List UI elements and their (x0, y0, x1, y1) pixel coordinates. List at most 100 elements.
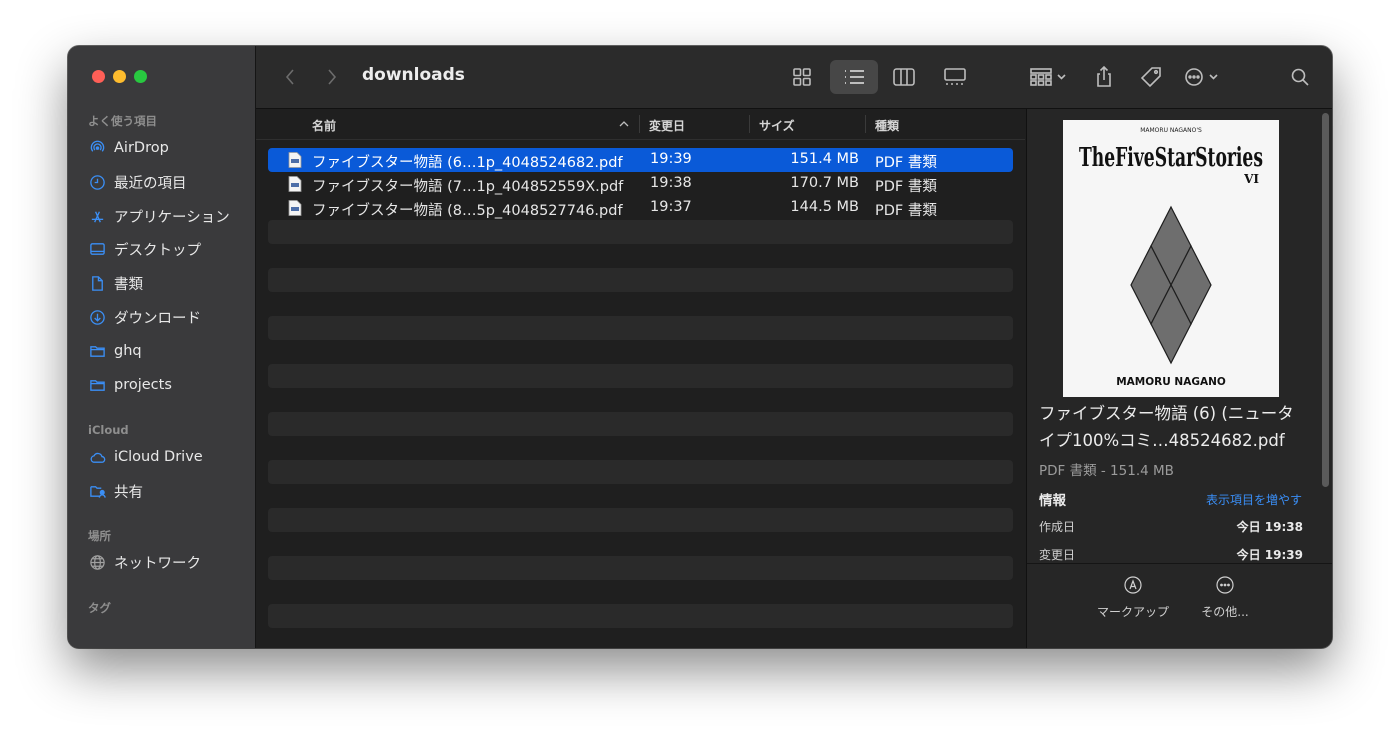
file-row[interactable]: ファイブスター物語 (6…1p_4048524682.pdf 19:39 151… (268, 148, 1013, 172)
cover-author: MAMORU NAGANO (1116, 376, 1226, 388)
gallery-view-button[interactable] (938, 62, 972, 92)
sidebar-item-recents[interactable]: 最近の項目 (88, 170, 248, 194)
cover-subtitle: MAMORU NAGANO'S (1140, 127, 1202, 134)
sidebar-item-shared[interactable]: 共有 (88, 479, 248, 503)
empty-row (268, 364, 1013, 388)
group-button[interactable] (1024, 62, 1072, 92)
sidebar-item-icloud-drive[interactable]: iCloud Drive (88, 445, 248, 469)
applications-icon (88, 207, 106, 225)
modified-row: 変更日 今日 19:39 (1039, 546, 1303, 563)
sidebar-item-desktop[interactable]: デスクトップ (88, 237, 248, 261)
shared-folder-icon (88, 482, 106, 500)
file-size: 151.4 MB (790, 151, 859, 167)
sidebar-item-applications[interactable]: アプリケーション (88, 204, 248, 228)
icon-view-button[interactable] (786, 62, 818, 92)
sidebar-item-label: iCloud Drive (114, 449, 203, 465)
sidebar-item-label: 共有 (114, 484, 143, 501)
tag-icon (1140, 67, 1161, 88)
diamond-emblem-icon (1130, 205, 1212, 365)
chevron-left-icon (285, 69, 294, 85)
preview-scrollbar[interactable] (1322, 113, 1329, 487)
empty-row (268, 292, 1013, 316)
zoom-button[interactable] (134, 70, 147, 83)
sidebar-item-label: 最近の項目 (114, 175, 187, 192)
chevron-right-icon (328, 69, 337, 85)
list-view-icon (845, 70, 864, 84)
empty-row (268, 604, 1013, 628)
empty-row (268, 412, 1013, 436)
share-button[interactable] (1088, 62, 1120, 92)
sidebar-section-icloud: iCloud (88, 423, 129, 437)
cover-title: TheFiveStarStories (1079, 143, 1263, 173)
group-icon (1030, 68, 1066, 86)
file-size: 144.5 MB (790, 199, 859, 215)
empty-row (268, 316, 1013, 340)
forward-button[interactable] (322, 62, 342, 92)
file-date: 19:38 (650, 175, 692, 191)
column-header-kind[interactable]: 種類 (875, 117, 899, 134)
sidebar-section-favorites: よく使う項目 (88, 114, 157, 128)
column-header-date[interactable]: 変更日 (649, 117, 685, 134)
finder-window: よく使う項目 AirDrop 最近の項目 アプリケーション デスクトップ 書類 … (68, 46, 1332, 648)
network-globe-icon (88, 553, 106, 571)
share-icon (1097, 65, 1111, 87)
empty-row (268, 556, 1013, 580)
sidebar-item-label: ダウンロード (114, 310, 201, 327)
column-view-button[interactable] (888, 62, 920, 92)
empty-row (268, 532, 1013, 556)
sidebar: よく使う項目 AirDrop 最近の項目 アプリケーション デスクトップ 書類 … (68, 46, 256, 648)
empty-row (268, 388, 1013, 412)
ellipsis-circle-icon (1185, 68, 1218, 86)
folder-icon (88, 376, 106, 394)
sidebar-item-label: projects (114, 377, 172, 393)
search-button[interactable] (1286, 62, 1314, 92)
column-view-icon (893, 68, 915, 86)
sidebar-item-label: ネットワーク (114, 555, 201, 572)
sidebar-item-label: アプリケーション (114, 209, 230, 226)
folder-icon (88, 342, 106, 360)
file-name: ファイブスター物語 (8…5p_4048527746.pdf (312, 203, 623, 219)
other-actions-button[interactable]: その他... (1185, 575, 1265, 620)
minimize-button[interactable] (113, 70, 126, 83)
sidebar-item-airdrop[interactable]: AirDrop (88, 136, 248, 160)
close-button[interactable] (92, 70, 105, 83)
divider (1027, 563, 1332, 564)
file-kind: PDF 書類 (875, 155, 937, 171)
file-list: 名前 変更日 サイズ 種類 ファイブスター物語 (6…1p_4048524682… (256, 109, 1025, 648)
file-kind: PDF 書類 (875, 203, 937, 219)
empty-row (268, 244, 1013, 268)
empty-row (268, 580, 1013, 604)
window-title: downloads (362, 65, 465, 85)
sidebar-item-ghq[interactable]: ghq (88, 339, 248, 363)
column-header-name[interactable]: 名前 (312, 117, 336, 134)
file-date: 19:39 (650, 151, 692, 167)
empty-row (268, 508, 1013, 532)
column-header-size[interactable]: サイズ (759, 117, 795, 134)
file-size: 170.7 MB (790, 175, 859, 191)
list-view-button[interactable] (830, 60, 878, 94)
tag-button[interactable] (1134, 62, 1168, 92)
created-row: 作成日 今日 19:38 (1039, 518, 1303, 535)
info-heading: 情報 (1039, 493, 1066, 509)
file-row[interactable]: ファイブスター物語 (8…5p_4048527746.pdf 19:37 144… (268, 196, 1013, 220)
back-button[interactable] (280, 62, 300, 92)
sidebar-item-network[interactable]: ネットワーク (88, 550, 248, 574)
markup-label: マークアップ (1096, 605, 1169, 619)
ellipsis-circle-icon (1216, 576, 1234, 594)
more-actions-button[interactable] (1180, 62, 1226, 92)
empty-row (268, 460, 1013, 484)
sidebar-item-label: AirDrop (114, 140, 169, 156)
sidebar-item-projects[interactable]: projects (88, 373, 248, 397)
sidebar-section-tags: タグ (88, 601, 111, 615)
preview-file-name: ファイブスター物語 (6) (ニュータイプ100%コミ…48524682.pdf (1039, 404, 1294, 450)
sidebar-item-downloads[interactable]: ダウンロード (88, 305, 248, 329)
preview-kind-size: PDF 書類 - 151.4 MB (1039, 463, 1174, 479)
other-label: その他... (1201, 605, 1249, 619)
markup-button[interactable]: マークアップ (1093, 575, 1173, 620)
file-row[interactable]: ファイブスター物語 (7…1p_404852559X.pdf 19:38 170… (268, 172, 1013, 196)
empty-row (268, 436, 1013, 460)
sidebar-item-documents[interactable]: 書類 (88, 271, 248, 295)
grid-view-icon (793, 68, 811, 86)
show-more-link[interactable]: 表示項目を増やす (1206, 491, 1302, 508)
empty-row (268, 484, 1013, 508)
